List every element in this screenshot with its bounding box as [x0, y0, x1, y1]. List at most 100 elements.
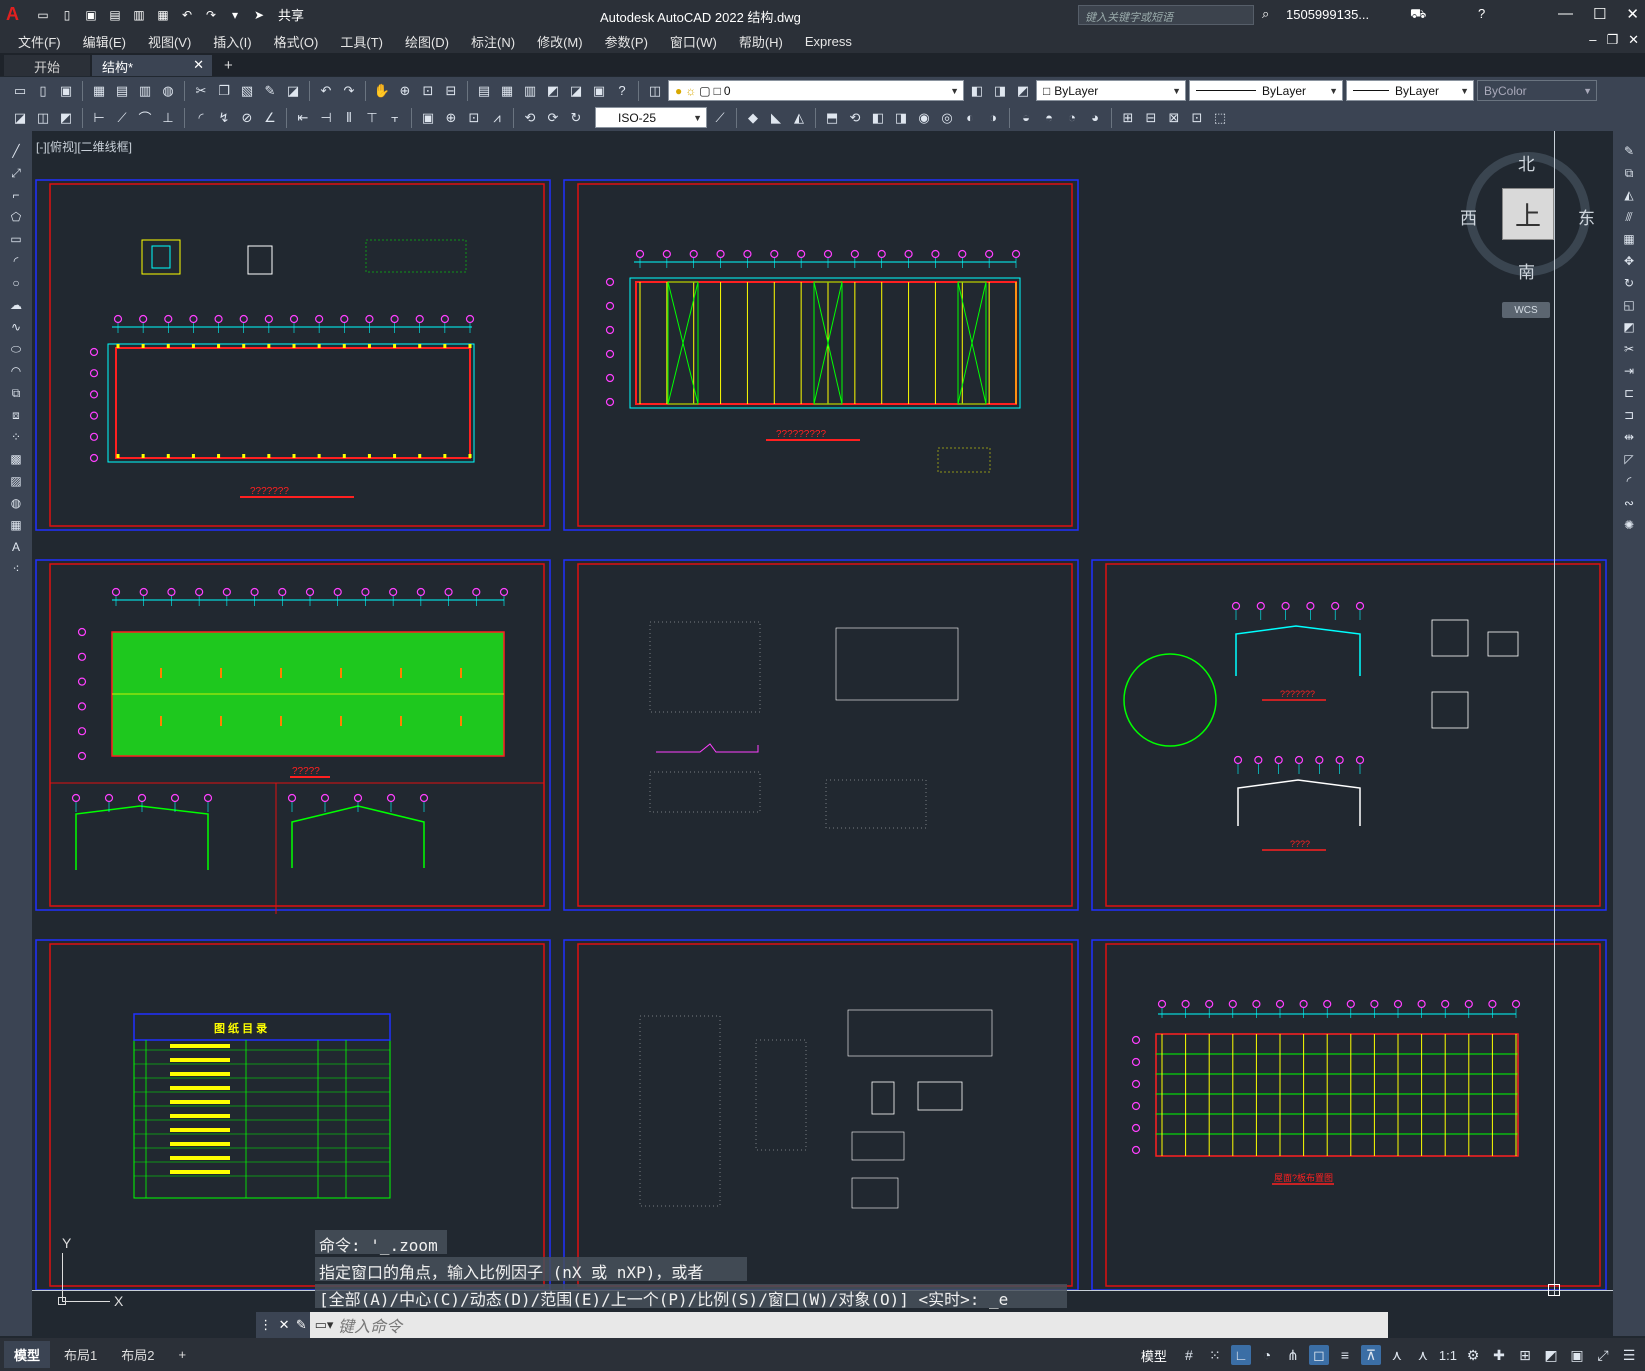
axis-bubble	[1131, 1145, 1141, 1155]
portal-frame-2	[1237, 779, 1361, 826]
plate-detail	[917, 1081, 963, 1111]
customization-menu-icon[interactable]: ☰	[1619, 1345, 1639, 1365]
axis-bubble	[823, 249, 833, 259]
polar-icon[interactable]: ◔	[1257, 1345, 1277, 1365]
viewcube[interactable]: 上 北 南 西 东	[1460, 150, 1595, 282]
axis-bubble	[113, 314, 123, 324]
layout-tab-model[interactable]: 模型	[4, 1341, 51, 1368]
sheet-9-title: 屋面?板布置图	[1274, 1172, 1333, 1183]
notes-text-1	[649, 621, 761, 713]
axis-bubble	[1254, 755, 1263, 765]
command-history-line-3: [全部(A)/中心(C)/动态(D)/范围(E)/上一个(P)/比例(S)/窗口…	[315, 1284, 1067, 1309]
ortho-icon[interactable]: ∟	[1230, 1345, 1251, 1365]
command-prompt-icon[interactable]: ▭▾	[310, 1317, 338, 1333]
sheet-7-title: 图 纸 目 录	[214, 1021, 267, 1035]
column-mark	[217, 454, 221, 458]
axis-bubble	[1131, 1079, 1141, 1089]
sheet-2-outer	[563, 179, 1079, 531]
skylight-mark	[220, 716, 222, 726]
axis-bubble	[1131, 1101, 1141, 1111]
ucs-x-axis	[62, 1301, 110, 1302]
annotation-visibility-icon[interactable]: ⋏	[1387, 1345, 1407, 1365]
column-mark	[191, 344, 195, 348]
drawing-svg: ??????? ????????? ????? ??????? ???? 图 纸…	[35, 179, 1607, 1291]
layout-tab-2[interactable]: 布局2	[111, 1341, 164, 1368]
axis-bubble	[389, 587, 398, 597]
axis-bubble	[1306, 601, 1315, 611]
transparency-icon[interactable]: ⊼	[1360, 1345, 1381, 1365]
add-layout-icon[interactable]: +	[168, 1343, 196, 1366]
axis-bubble	[104, 793, 114, 803]
axis-bubble	[465, 314, 475, 324]
axis-bubble	[1464, 999, 1473, 1009]
axis-bubble	[1181, 999, 1190, 1009]
index-row-text	[170, 1114, 230, 1118]
notes-text-3	[825, 779, 927, 829]
axis-bubble	[1233, 755, 1243, 765]
column-mark	[342, 344, 346, 348]
node-detail-2	[1487, 631, 1519, 657]
viewcube-north[interactable]: 北	[1518, 150, 1535, 175]
graphics-performance-icon[interactable]: ▣	[1567, 1345, 1587, 1365]
axis-bubble	[1441, 999, 1450, 1009]
command-line[interactable]: ⋮ ✕ ✎ ▭▾ 键入命令	[256, 1312, 1388, 1338]
column-mark	[393, 344, 397, 348]
command-input[interactable]: 键入命令	[338, 1313, 402, 1337]
sheet-9-content: 屋面?板布置图	[1155, 1013, 1519, 1185]
sheet-9-outer	[1091, 939, 1607, 1291]
column-mark	[317, 344, 321, 348]
axis-bubble	[605, 325, 615, 335]
workspace-gear-icon[interactable]: ⚙	[1463, 1345, 1483, 1365]
column-mark	[242, 344, 246, 348]
axis-bubble	[662, 249, 671, 259]
close-command-icon[interactable]: ✕	[279, 1317, 290, 1333]
index-row-text	[170, 1058, 230, 1062]
axis-bubble	[89, 411, 99, 420]
skylight-mark	[280, 716, 282, 726]
snap-icon[interactable]: ⁙	[1205, 1345, 1225, 1365]
model-space-button[interactable]: 模型	[1141, 1346, 1167, 1365]
axis-bubble	[71, 793, 81, 803]
axis-bubble	[1294, 755, 1304, 765]
annotation-monitor-icon[interactable]: ✚	[1489, 1345, 1509, 1365]
axis-bubble	[1315, 755, 1324, 765]
wcs-menu[interactable]: WCS	[1502, 302, 1550, 318]
layout-tab-1[interactable]: 布局1	[54, 1341, 107, 1368]
customize-wrench-icon[interactable]: ✎	[296, 1317, 307, 1333]
axis-bubble	[164, 314, 173, 324]
section-frame-1	[75, 805, 209, 870]
isodraft-icon[interactable]: ⋔	[1283, 1345, 1303, 1365]
viewcube-west[interactable]: 西	[1460, 204, 1477, 229]
grip-icon[interactable]: ⋮	[259, 1317, 272, 1333]
section-frame-2	[291, 805, 425, 868]
axis-bubble	[77, 751, 87, 761]
axis-bubble	[415, 314, 424, 324]
axis-bubble	[1331, 601, 1340, 611]
viewcube-top-face[interactable]: 上	[1502, 188, 1554, 240]
osnap-icon[interactable]: ◻	[1308, 1345, 1329, 1365]
axis-bubble	[139, 587, 148, 597]
axis-bubble	[1393, 999, 1403, 1009]
axis-bubble	[390, 314, 399, 324]
annotation-scale-value[interactable]: 1:1	[1439, 1345, 1457, 1365]
column-mark	[217, 344, 221, 348]
grid-icon[interactable]: #	[1179, 1345, 1199, 1365]
sheet-9-inner	[1105, 943, 1601, 1287]
status-tools: 模型 # ⁙ ∟ ◔ ⋔ ◻ ≡ ⊼ ⋏ ⋏ 1:1 ⚙ ✚ ⊞ ◩ ▣ ⤢ ☰	[1141, 1345, 1639, 1365]
axis-bubble	[1281, 601, 1290, 611]
detail-a	[141, 239, 181, 275]
units-icon[interactable]: ⊞	[1515, 1345, 1535, 1365]
axis-bubble	[850, 249, 859, 259]
axis-bubble	[386, 793, 396, 803]
viewcube-south[interactable]: 南	[1518, 258, 1535, 283]
viewcube-east[interactable]: 东	[1578, 204, 1595, 229]
axis-bubble	[195, 587, 204, 597]
portal-frame-1	[1235, 625, 1361, 676]
sheet-3-title: ?????	[292, 766, 320, 777]
lineweight-icon[interactable]: ≡	[1335, 1345, 1355, 1365]
clean-screen-icon[interactable]: ⤢	[1593, 1345, 1613, 1365]
ucs-icon-display: Y X	[58, 1235, 128, 1309]
quick-properties-icon[interactable]: ◩	[1541, 1345, 1561, 1365]
axis-bubble	[214, 314, 223, 324]
annotation-scale-icon[interactable]: ⋏	[1413, 1345, 1433, 1365]
